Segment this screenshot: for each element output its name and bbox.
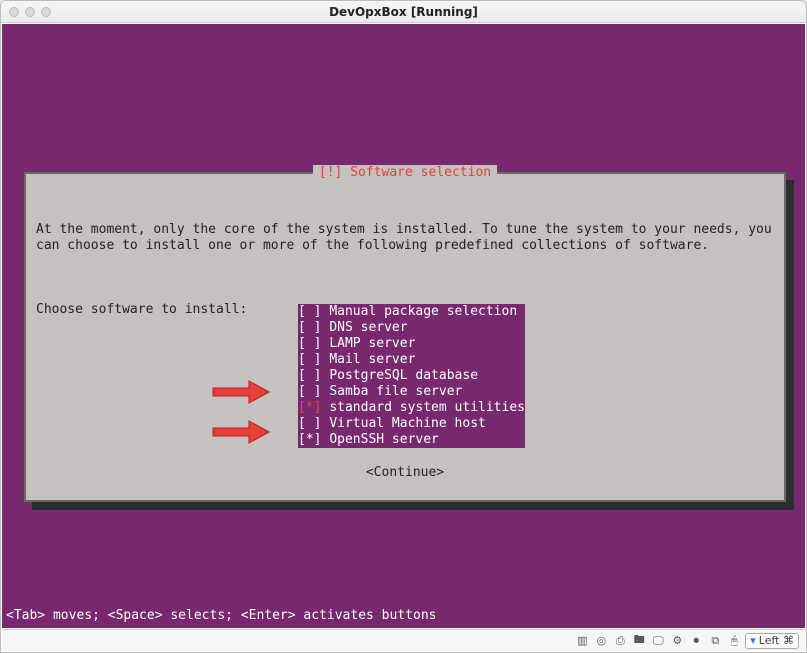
checkbox-checked-icon[interactable]: [*] [298,432,329,447]
software-option-label: standard system utilities [329,400,525,415]
mouse-capture-icon[interactable]: 🖱 [726,633,742,649]
software-option-label: Mail server [329,352,525,367]
dialog-title: [!] Software selection [313,165,497,181]
chevron-down-icon: ▾ [750,634,756,647]
software-option[interactable]: [ ] Virtual Machine host [298,416,525,432]
host-status-bar[interactable]: ▥ ◎ ⎙ 🖿 🖵 ⚙ ⏺ ⧉ 🖱 ▾ Left ⌘ [2,629,805,651]
software-option-label: OpenSSH server [329,432,525,447]
dialog-body: At the moment, only the core of the syst… [36,190,774,490]
checkbox-unchecked-icon[interactable]: [ ] [298,416,329,431]
dialog-paragraph: At the moment, only the core of the syst… [36,222,774,254]
checkbox-checked-icon[interactable]: [*] [298,400,329,415]
software-option[interactable]: [*] standard system utilities [298,400,525,416]
software-option-label: LAMP server [329,336,525,351]
settings-icon[interactable]: ⚙ [669,633,685,649]
usb-icon[interactable]: ⎙ [612,633,628,649]
software-option-label: Manual package selection [329,304,525,319]
close-icon[interactable] [9,7,19,17]
zoom-icon[interactable] [41,7,51,17]
window-title: DevOpxBox [Running] [1,5,806,19]
software-option[interactable]: [ ] Manual package selection [298,304,525,320]
host-key-label: Left ⌘ [759,634,794,647]
continue-button[interactable]: <Continue> [36,465,774,481]
software-option-label: Virtual Machine host [329,416,525,431]
network-icon[interactable]: ⧉ [707,633,723,649]
software-option[interactable]: [ ] DNS server [298,320,525,336]
checkbox-unchecked-icon[interactable]: [ ] [298,384,329,399]
recording-icon[interactable]: ⏺ [688,633,704,649]
software-option-label: PostgreSQL database [329,368,525,383]
dialog-title-wrap: [!] Software selection [26,165,784,181]
optical-disc-icon[interactable]: ◎ [593,633,609,649]
software-option[interactable]: [ ] Samba file server [298,384,525,400]
minimize-icon[interactable] [25,7,35,17]
software-option[interactable]: [ ] LAMP server [298,336,525,352]
software-menu[interactable]: [ ] Manual package selection [ ] DNS ser… [298,304,525,448]
vm-window: DevOpxBox [Running] [!] Software selecti… [0,0,807,653]
software-option-label: DNS server [329,320,525,335]
software-selection-dialog[interactable]: [!] Software selection At the moment, on… [24,172,786,502]
hdd-icon[interactable]: ▥ [574,633,590,649]
display-icon[interactable]: 🖵 [650,633,666,649]
software-option[interactable]: [ ] PostgreSQL database [298,368,525,384]
host-key-indicator[interactable]: ▾ Left ⌘ [745,633,799,649]
guest-terminal[interactable]: [!] Software selection At the moment, on… [2,24,805,628]
software-option[interactable]: [*] OpenSSH server [298,432,525,448]
titlebar[interactable]: DevOpxBox [Running] [1,1,806,23]
window-controls[interactable] [9,7,51,17]
checkbox-unchecked-icon[interactable]: [ ] [298,368,329,383]
software-option[interactable]: [ ] Mail server [298,352,525,368]
checkbox-unchecked-icon[interactable]: [ ] [298,320,329,335]
key-hint: <Tab> moves; <Space> selects; <Enter> ac… [6,608,436,624]
checkbox-unchecked-icon[interactable]: [ ] [298,352,329,367]
software-option-label: Samba file server [329,384,525,399]
checkbox-unchecked-icon[interactable]: [ ] [298,336,329,351]
checkbox-unchecked-icon[interactable]: [ ] [298,304,329,319]
shared-folder-icon[interactable]: 🖿 [631,633,647,649]
